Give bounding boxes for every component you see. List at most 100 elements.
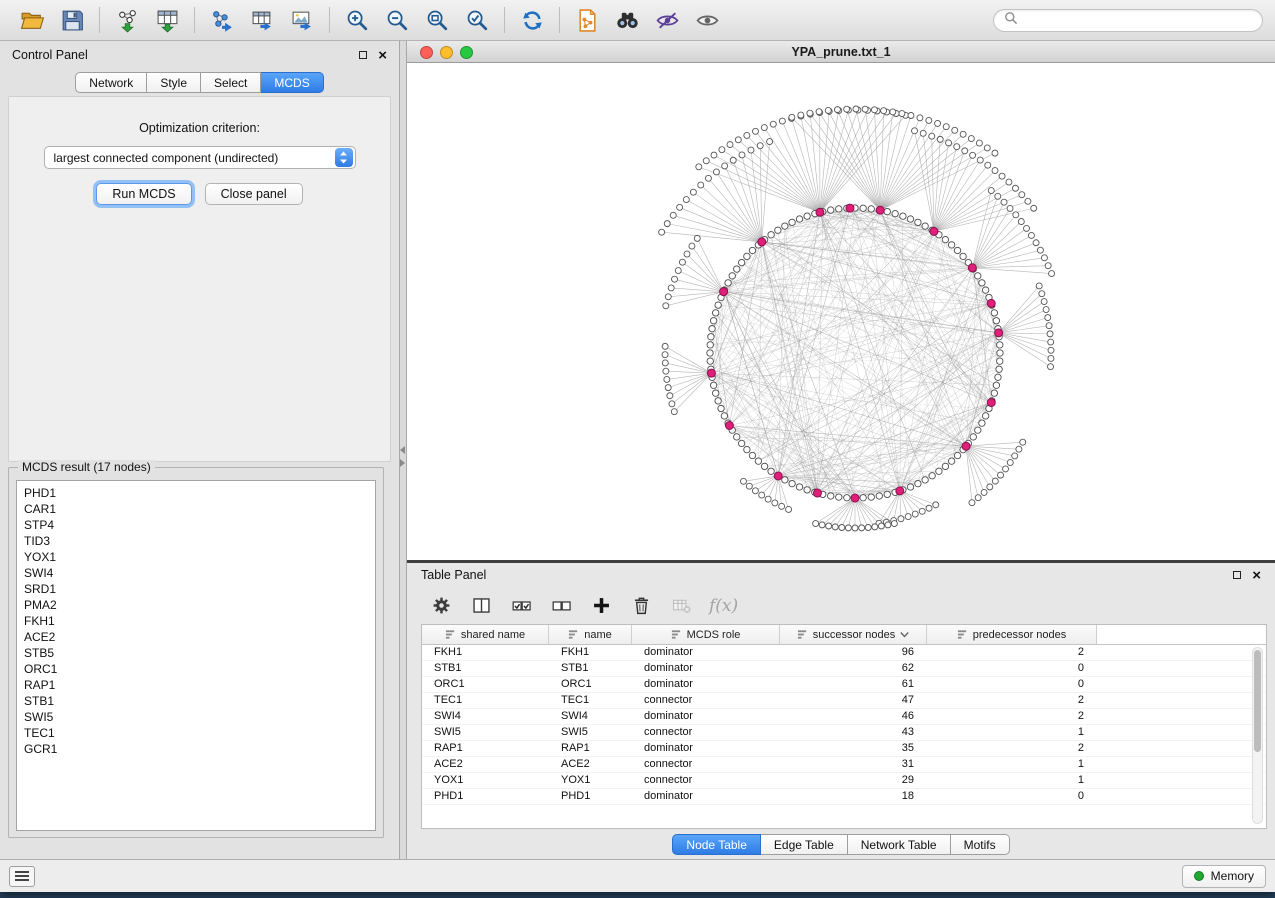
mcds-result-item[interactable]: PMA2 — [17, 597, 375, 613]
table-cell[interactable]: 2 — [927, 693, 1097, 708]
table-cell[interactable]: 35 — [780, 741, 927, 756]
mcds-result-item[interactable]: STB5 — [17, 645, 375, 661]
save-session-button[interactable] — [52, 3, 92, 37]
table-cell[interactable]: STB1 — [549, 661, 632, 676]
network-document-button[interactable] — [567, 3, 607, 37]
table-cell[interactable]: 2 — [927, 741, 1097, 756]
select-all-button[interactable] — [509, 593, 534, 618]
tab-style[interactable]: Style — [147, 72, 201, 93]
table-cell[interactable]: connector — [632, 757, 780, 772]
float-table-panel-icon[interactable] — [1233, 571, 1241, 579]
table-cell[interactable]: 18 — [780, 789, 927, 804]
mcds-result-item[interactable]: ACE2 — [17, 629, 375, 645]
tab-mcds[interactable]: MCDS — [261, 72, 323, 93]
table-cell[interactable]: 62 — [780, 661, 927, 676]
export-network-button[interactable] — [202, 3, 242, 37]
table-cell[interactable]: ORC1 — [422, 677, 549, 692]
table-cell[interactable]: ORC1 — [549, 677, 632, 692]
delete-column-button[interactable] — [629, 593, 654, 618]
table-cell[interactable]: RAP1 — [549, 741, 632, 756]
table-cell[interactable]: connector — [632, 773, 780, 788]
table-cell[interactable]: 96 — [780, 645, 927, 660]
table-cell[interactable]: RAP1 — [422, 741, 549, 756]
table-cell[interactable]: dominator — [632, 677, 780, 692]
table-cell[interactable]: SWI5 — [422, 725, 549, 740]
table-tab-node-table[interactable]: Node Table — [672, 834, 761, 855]
column-header-mcds-role[interactable]: MCDS role — [632, 625, 780, 644]
column-header-shared-name[interactable]: shared name — [422, 625, 549, 644]
table-cell[interactable]: 0 — [927, 789, 1097, 804]
search-input[interactable] — [1024, 13, 1252, 27]
table-cell[interactable]: dominator — [632, 709, 780, 724]
table-cell[interactable]: 43 — [780, 725, 927, 740]
table-cell[interactable]: YOX1 — [549, 773, 632, 788]
table-tab-edge-table[interactable]: Edge Table — [761, 834, 848, 855]
mcds-result-item[interactable]: ORC1 — [17, 661, 375, 677]
import-network-button[interactable] — [107, 3, 147, 37]
table-cell[interactable]: STB1 — [422, 661, 549, 676]
table-cell[interactable]: connector — [632, 693, 780, 708]
mcds-result-item[interactable]: TEC1 — [17, 725, 375, 741]
minimize-window-icon[interactable] — [440, 46, 453, 59]
close-panel-button[interactable]: Close panel — [205, 183, 303, 205]
table-cell[interactable]: SWI4 — [422, 709, 549, 724]
table-cell[interactable]: 1 — [927, 757, 1097, 772]
panel-splitter[interactable] — [400, 41, 407, 859]
table-cell[interactable]: 31 — [780, 757, 927, 772]
mcds-result-item[interactable]: FKH1 — [17, 613, 375, 629]
show-eye-button[interactable] — [687, 3, 727, 37]
settings-gear-button[interactable] — [429, 593, 454, 618]
close-table-panel-icon[interactable]: × — [1252, 571, 1261, 580]
close-panel-icon[interactable]: × — [378, 51, 387, 60]
zoom-out-button[interactable] — [377, 3, 417, 37]
delete-table-button[interactable] — [669, 593, 694, 618]
mcds-result-item[interactable]: STP4 — [17, 517, 375, 533]
table-cell[interactable]: 61 — [780, 677, 927, 692]
tab-select[interactable]: Select — [201, 72, 261, 93]
table-cell[interactable]: dominator — [632, 661, 780, 676]
table-cell[interactable]: dominator — [632, 741, 780, 756]
mcds-result-item[interactable]: GCR1 — [17, 741, 375, 757]
table-cell[interactable]: 2 — [927, 709, 1097, 724]
import-table-button[interactable] — [147, 3, 187, 37]
table-cell[interactable]: PHD1 — [422, 789, 549, 804]
table-cell[interactable]: ACE2 — [549, 757, 632, 772]
function-builder-button[interactable]: f(x) — [709, 596, 738, 616]
maximize-window-icon[interactable] — [460, 46, 473, 59]
table-cell[interactable]: 2 — [927, 645, 1097, 660]
table-scrollbar-thumb[interactable] — [1254, 650, 1261, 752]
network-canvas[interactable] — [407, 63, 1275, 560]
table-cell[interactable]: 47 — [780, 693, 927, 708]
mcds-result-item[interactable]: PHD1 — [17, 485, 375, 501]
add-column-button[interactable] — [589, 593, 614, 618]
table-cell[interactable]: FKH1 — [549, 645, 632, 660]
mcds-result-item[interactable]: RAP1 — [17, 677, 375, 693]
mcds-result-item[interactable]: SWI4 — [17, 565, 375, 581]
column-header-name[interactable]: name — [549, 625, 632, 644]
table-cell[interactable]: 1 — [927, 725, 1097, 740]
table-cell[interactable]: 29 — [780, 773, 927, 788]
split-panel-button[interactable] — [469, 593, 494, 618]
export-image-button[interactable] — [282, 3, 322, 37]
refresh-button[interactable] — [512, 3, 552, 37]
table-cell[interactable]: TEC1 — [549, 693, 632, 708]
table-cell[interactable]: dominator — [632, 789, 780, 804]
open-file-button[interactable] — [12, 3, 52, 37]
mcds-result-item[interactable]: SRD1 — [17, 581, 375, 597]
table-cell[interactable]: PHD1 — [549, 789, 632, 804]
zoom-selected-button[interactable] — [457, 3, 497, 37]
table-scrollbar[interactable] — [1252, 647, 1263, 824]
table-cell[interactable]: 0 — [927, 677, 1097, 692]
hide-filter-button[interactable] — [647, 3, 687, 37]
table-cell[interactable]: connector — [632, 725, 780, 740]
column-header-predecessor-nodes[interactable]: predecessor nodes — [927, 625, 1097, 644]
table-cell[interactable]: FKH1 — [422, 645, 549, 660]
run-mcds-button[interactable]: Run MCDS — [96, 183, 191, 205]
mcds-result-item[interactable]: TID3 — [17, 533, 375, 549]
mcds-result-item[interactable]: SWI5 — [17, 709, 375, 725]
network-window-titlebar[interactable]: YPA_prune.txt_1 — [407, 41, 1275, 63]
collapse-left-icon[interactable] — [400, 446, 405, 454]
table-cell[interactable]: SWI4 — [549, 709, 632, 724]
table-cell[interactable]: 0 — [927, 661, 1097, 676]
table-cell[interactable]: 46 — [780, 709, 927, 724]
